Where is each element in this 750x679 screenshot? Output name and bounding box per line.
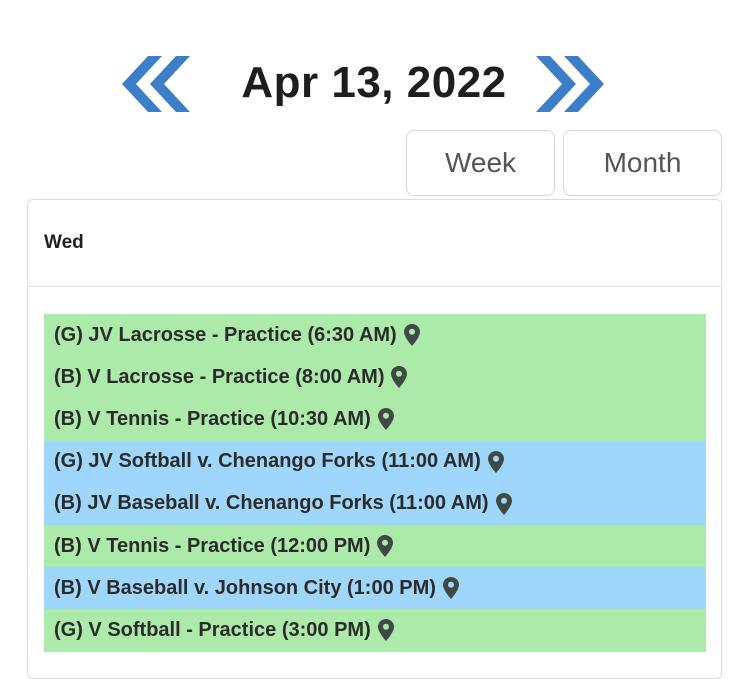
month-view-button[interactable]: Month [563,130,722,196]
map-pin-icon[interactable] [495,492,512,515]
double-chevron-right-icon [536,56,576,112]
map-pin-icon[interactable] [377,408,394,431]
map-pin-icon[interactable] [391,366,408,389]
event-label: (B) V Baseball v. Johnson City (1:00 PM) [54,576,436,599]
event-list: (G) JV Lacrosse - Practice (6:30 AM) (B) … [44,314,706,652]
event-label: (B) V Tennis - Practice (10:30 AM) [54,407,371,430]
day-calendar: Wed (G) JV Lacrosse - Practice (6:30 AM)… [27,199,722,679]
week-view-button[interactable]: Week [406,130,555,196]
event-item[interactable]: (B) V Baseball v. Johnson City (1:00 PM) [44,567,706,610]
map-pin-icon[interactable] [442,577,459,600]
next-day-button[interactable] [532,54,608,114]
day-header: Wed [28,200,721,287]
event-label: (G) JV Lacrosse - Practice (6:30 AM) [54,323,397,346]
map-pin-icon[interactable] [377,535,394,558]
event-item[interactable]: (G) JV Lacrosse - Practice (6:30 AM) [44,314,706,357]
current-date-title: Apr 13, 2022 [241,58,507,107]
event-item[interactable]: (B) V Tennis - Practice (10:30 AM) [44,398,706,441]
event-label: (B) V Lacrosse - Practice (8:00 AM) [54,365,385,388]
event-label: (B) JV Baseball v. Chenango Forks (11:00… [54,492,489,515]
event-label: (G) V Softball - Practice (3:00 PM) [54,618,371,641]
event-item[interactable]: (B) V Tennis - Practice (12:00 PM) [44,524,706,568]
map-pin-icon[interactable] [403,324,420,347]
date-navigation: Apr 13, 2022 [0,48,750,118]
event-label: (G) JV Softball v. Chenango Forks (11:00… [54,450,481,473]
event-item[interactable]: (B) V Lacrosse - Practice (8:00 AM) [44,356,706,399]
event-item[interactable]: (B) JV Baseball v. Chenango Forks (11:00… [44,482,706,525]
event-item[interactable]: (G) JV Softball v. Chenango Forks (11:00… [44,440,706,483]
map-pin-icon[interactable] [377,619,394,642]
previous-day-button[interactable] [118,54,194,114]
double-chevron-left-icon-2 [150,56,190,112]
event-item[interactable]: (G) V Softball - Practice (3:00 PM) [44,609,706,652]
map-pin-icon[interactable] [487,450,504,473]
event-label: (B) V Tennis - Practice (12:00 PM) [54,534,371,557]
